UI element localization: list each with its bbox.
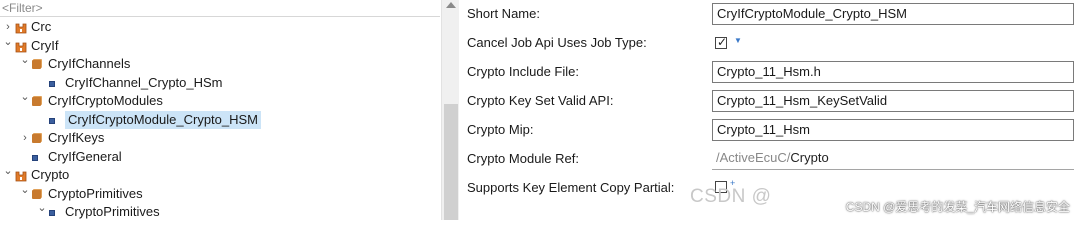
include-file-row: Crypto Include File: Crypto_11_Hsm.h xyxy=(460,58,1080,87)
chevron-down-icon[interactable]: ⌄ xyxy=(3,33,13,52)
tree-row-label: CryIfChannels xyxy=(48,56,131,71)
key-set-valid-row: Crypto Key Set Valid API: Crypto_11_Hsm_… xyxy=(460,87,1080,116)
tree-row[interactable]: ⌄ Crypto xyxy=(0,165,440,185)
chevron-down-icon[interactable]: ⌄ xyxy=(37,199,47,218)
tree-row-label: CryIfChannel_Crypto_HSm xyxy=(65,74,223,90)
mip-field[interactable]: Crypto_11_Hsm xyxy=(712,119,1074,141)
module-ref-field[interactable]: /ActiveEcuC/Crypto xyxy=(712,148,1074,170)
tree-row-label: CryptoPrimitives xyxy=(65,204,160,219)
filter-input[interactable] xyxy=(0,0,440,17)
parameter-item-icon xyxy=(49,117,55,124)
watermark: CSDN @ xyxy=(690,186,772,207)
include-file-label: Crypto Include File: xyxy=(467,64,579,79)
scroll-thumb[interactable] xyxy=(444,104,458,220)
chevron-right-icon[interactable]: › xyxy=(20,129,30,148)
tree-row-label: CryIf xyxy=(31,37,59,53)
module-ref-suffix: Crypto xyxy=(790,150,829,165)
tree-panel: ›Crc⌄CryIf⌄CryIfChannelsCryIfChannel_Cry… xyxy=(0,0,460,220)
short-name-label: Short Name: xyxy=(467,6,540,21)
tree-row-label: CryIfKeys xyxy=(48,130,105,145)
module-icon xyxy=(15,169,27,182)
tree-row[interactable]: › CryIfKeys xyxy=(0,129,440,148)
tree-row-label: CryIfGeneral xyxy=(48,148,122,164)
container-icon xyxy=(32,189,41,199)
tree-row-label: Crc xyxy=(31,19,52,34)
tree-row[interactable]: ⌄ CryIf xyxy=(0,36,440,56)
tree-row-label: CryIfCryptoModules xyxy=(48,93,163,108)
module-icon xyxy=(15,40,27,52)
tree-row-label: CryptoPrimitives xyxy=(48,185,143,201)
chevron-down-icon[interactable]: ⌄ xyxy=(20,51,30,70)
checkmark-icon: ✓ xyxy=(717,35,728,49)
short-name-field[interactable]: CryIfCryptoModule_Crypto_HSM xyxy=(712,3,1074,25)
dropdown-arrow-icon[interactable]: ▼ xyxy=(734,36,742,45)
short-name-row: Short Name: CryIfCryptoModule_Crypto_HSM xyxy=(460,0,1080,29)
key-set-valid-label: Crypto Key Set Valid API: xyxy=(467,93,614,108)
tree-row[interactable]: ⌄ CryptoPrimitives xyxy=(0,202,440,222)
mip-row: Crypto Mip: Crypto_11_Hsm xyxy=(460,116,1080,145)
module-ref-label: Crypto Module Ref: xyxy=(467,151,579,166)
parameter-item-icon xyxy=(49,210,55,216)
include-file-field[interactable]: Crypto_11_Hsm.h xyxy=(712,61,1074,83)
tree-row-label: Crypto xyxy=(31,167,70,182)
container-icon xyxy=(32,134,41,143)
chevron-down-icon[interactable]: ⌄ xyxy=(20,88,30,107)
module-icon xyxy=(15,21,27,34)
tree: › Crc ⌄ CryIf ⌄ CryIfChannels CryIfChannel_Cry… xyxy=(0,18,440,222)
parameter-item-icon xyxy=(32,154,38,161)
key-set-valid-field[interactable]: Crypto_11_Hsm_KeySetValid xyxy=(712,90,1074,112)
tree-row[interactable]: › Crc xyxy=(0,18,440,37)
tree-row[interactable]: ⌄ CryptoPrimitives xyxy=(0,184,440,204)
mip-label: Crypto Mip: xyxy=(467,122,534,137)
cancel-job-label: Cancel Job Api Uses Job Type: xyxy=(467,35,647,50)
container-icon xyxy=(32,60,41,69)
module-ref-row: Crypto Module Ref: /ActiveEcuC/Crypto xyxy=(460,145,1080,174)
chevron-down-icon[interactable]: ⌄ xyxy=(20,181,30,200)
tree-row[interactable]: CryIfChannel_Crypto_HSm xyxy=(0,74,440,93)
tree-row[interactable]: CryIfCryptoModule_Crypto_HSM xyxy=(0,110,440,129)
tree-row[interactable]: CryIfGeneral xyxy=(0,148,440,167)
footer-credit: CSDN @爱思考的发菜_汽车网络信息安全 xyxy=(845,200,1070,214)
cancel-job-row: Cancel Job Api Uses Job Type: ✓ ▼ xyxy=(460,29,1080,58)
key-copy-label: Supports Key Element Copy Partial: xyxy=(467,180,675,195)
tree-row[interactable]: ⌄ CryIfCryptoModules xyxy=(0,91,440,111)
module-ref-prefix: /ActiveEcuC/ xyxy=(716,150,791,165)
scroll-up-arrow-icon[interactable] xyxy=(446,2,456,8)
cancel-job-checkbox[interactable]: ✓ xyxy=(715,35,728,49)
tree-row-label: CryIfCryptoModule_Crypto_HSM xyxy=(65,110,262,129)
container-icon xyxy=(32,97,41,106)
tree-row[interactable]: ⌄ CryIfChannels xyxy=(0,54,440,74)
parameter-item-icon xyxy=(49,80,55,87)
chevron-down-icon[interactable]: ⌄ xyxy=(3,162,13,181)
tree-scrollbar[interactable] xyxy=(441,0,459,220)
